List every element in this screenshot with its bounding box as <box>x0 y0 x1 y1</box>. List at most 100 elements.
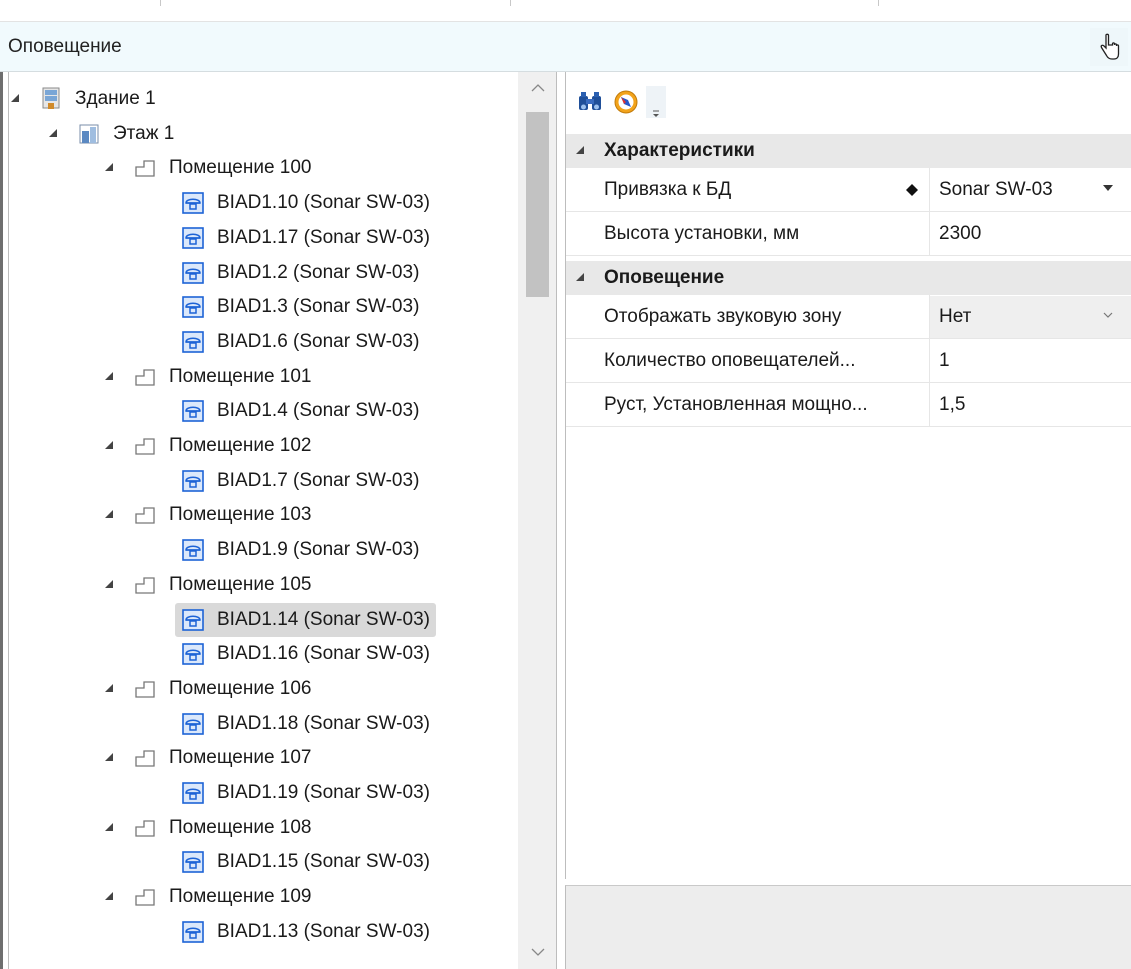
expand-arrow-icon[interactable] <box>103 682 117 696</box>
divider <box>929 212 930 256</box>
tree-item-label: Помещение 101 <box>169 365 312 387</box>
scroll-up-icon[interactable] <box>528 78 548 98</box>
tree-item-label: Этаж 1 <box>113 122 175 144</box>
tree-item-label: Помещение 102 <box>169 435 312 456</box>
tree-item-device[interactable]: BIAD1.18 (Sonar SW-03) <box>181 707 430 741</box>
expand-arrow-icon[interactable] <box>103 508 117 522</box>
window-frame <box>0 72 3 969</box>
tree-item-label: Помещение 106 <box>169 677 312 699</box>
room-icon <box>133 885 157 909</box>
tree-item-room[interactable]: Помещение 103 <box>103 498 312 532</box>
tree-item-device[interactable]: BIAD1.4 (Sonar SW-03) <box>181 394 419 428</box>
window-top-strip <box>0 0 1131 22</box>
tree-item-floor[interactable]: Этаж 1 <box>47 117 174 151</box>
tree-item-room[interactable]: Помещение 101 <box>103 360 312 394</box>
expand-arrow-icon[interactable] <box>47 127 61 141</box>
tree-item-room[interactable]: Помещение 106 <box>103 672 312 706</box>
property-name: Высота установки, мм <box>604 223 800 244</box>
building-icon <box>39 87 63 111</box>
property-row-db-binding[interactable]: Привязка к БД Sonar SW-03 <box>566 168 1131 212</box>
db-link-icon[interactable] <box>903 181 921 199</box>
tree-item-device[interactable]: BIAD1.15 (Sonar SW-03) <box>181 845 430 879</box>
room-icon <box>133 434 157 458</box>
tree-item-device[interactable]: BIAD1.6 (Sonar SW-03) <box>181 325 419 359</box>
speaker-device-icon <box>181 330 205 354</box>
tree-item-device[interactable]: BIAD1.3 (Sonar SW-03) <box>181 290 419 324</box>
speaker-device-icon <box>181 642 205 666</box>
tree-item-device[interactable]: BIAD1.17 (Sonar SW-03) <box>181 221 430 255</box>
tree-item-label: Помещение 103 <box>169 504 312 526</box>
speaker-device-icon <box>181 469 205 493</box>
compass-icon[interactable] <box>610 86 642 118</box>
property-value[interactable]: 1,5 <box>939 383 1131 427</box>
expand-arrow-icon[interactable] <box>9 92 23 106</box>
category-label: Оповещение <box>604 267 725 288</box>
description-panel <box>565 885 1131 969</box>
divider <box>160 0 161 6</box>
property-row-notifier-count[interactable]: Количество оповещателей... 1 <box>566 339 1131 383</box>
speaker-device-icon <box>181 226 205 250</box>
collapse-arrow-icon[interactable] <box>574 144 588 158</box>
speaker-device-icon <box>181 399 205 423</box>
project-tree[interactable]: Здание 1 Этаж 1 Помещение 100 BIAD1.10 (Son… <box>8 72 557 969</box>
collapse-arrow-icon[interactable] <box>574 271 588 285</box>
expand-arrow-icon[interactable] <box>103 821 117 835</box>
tree-vertical-scrollbar[interactable] <box>518 72 556 969</box>
property-name: Количество оповещателей... <box>604 350 856 371</box>
property-name: Руст, Установленная мощно... <box>604 394 868 415</box>
binoculars-icon[interactable] <box>574 86 606 118</box>
scrollbar-thumb[interactable] <box>526 112 549 297</box>
property-value[interactable]: 1 <box>939 339 1131 383</box>
tree-item-device[interactable]: BIAD1.2 (Sonar SW-03) <box>181 256 419 290</box>
expand-arrow-icon[interactable] <box>103 751 117 765</box>
divider <box>929 339 930 383</box>
tree-item-device[interactable]: BIAD1.13 (Sonar SW-03) <box>181 915 430 949</box>
divider <box>929 168 930 212</box>
tree-item-building[interactable]: Здание 1 <box>9 82 156 116</box>
expand-arrow-icon[interactable] <box>103 439 117 453</box>
property-value[interactable]: 2300 <box>939 212 1131 256</box>
property-toolbar <box>574 78 666 126</box>
more-icon[interactable] <box>646 86 666 118</box>
expand-arrow-icon[interactable] <box>103 370 117 384</box>
scroll-down-icon[interactable] <box>528 942 548 962</box>
tree-item-device[interactable]: BIAD1.10 (Sonar SW-03) <box>181 186 430 220</box>
expand-arrow-icon[interactable] <box>103 890 117 904</box>
property-row-install-height[interactable]: Высота установки, мм 2300 <box>566 212 1131 256</box>
property-row-sound-zone[interactable]: Отображать звуковую зону Нет <box>566 295 1131 339</box>
room-icon <box>133 503 157 527</box>
category-label: Характеристики <box>604 140 755 161</box>
tree-item-label: Помещение 107 <box>169 747 312 769</box>
speaker-device-icon <box>181 920 205 944</box>
tree-item-room[interactable]: Помещение 100 <box>103 151 312 185</box>
chevron-down-icon[interactable] <box>1098 305 1118 325</box>
tree-item-device[interactable]: BIAD1.16 (Sonar SW-03) <box>181 637 430 671</box>
tree-item-room[interactable]: Помещение 105 <box>103 568 312 602</box>
expand-arrow-icon[interactable] <box>103 161 117 175</box>
tree-item-device[interactable]: BIAD1.9 (Sonar SW-03) <box>181 533 419 567</box>
tree-item-device[interactable]: BIAD1.19 (Sonar SW-03) <box>181 776 430 810</box>
tree-item-room[interactable]: Помещение 107 <box>103 741 312 775</box>
panel-title: Оповещение <box>8 36 122 57</box>
hand-pointer-icon[interactable] <box>1090 28 1128 66</box>
speaker-device-icon <box>181 295 205 319</box>
property-name: Отображать звуковую зону <box>604 306 842 327</box>
tree-item-room[interactable]: Помещение 109 <box>103 880 312 914</box>
tree-item-room[interactable]: Помещение 102 <box>103 429 312 463</box>
tree-item-label: BIAD1.19 (Sonar SW-03) <box>217 782 430 803</box>
tree-item-label: BIAD1.14 (Sonar SW-03) <box>217 608 430 630</box>
expand-arrow-icon[interactable] <box>103 578 117 592</box>
property-row-installed-power[interactable]: Руст, Установленная мощно... 1,5 <box>566 383 1131 427</box>
tree-item-room[interactable]: Помещение 108 <box>103 811 312 845</box>
tree-item-label: BIAD1.3 (Sonar SW-03) <box>217 296 420 318</box>
room-icon <box>133 816 157 840</box>
tree-item-device[interactable]: BIAD1.7 (Sonar SW-03) <box>181 464 419 498</box>
tree-item-label: BIAD1.2 (Sonar SW-03) <box>217 261 420 283</box>
tree-item-device[interactable]: BIAD1.14 (Sonar SW-03) <box>175 602 436 637</box>
property-name: Привязка к БД <box>604 179 732 200</box>
room-icon <box>133 573 157 597</box>
category-characteristics[interactable]: Характеристики <box>566 134 1131 168</box>
dropdown-arrow-icon[interactable] <box>1098 178 1118 198</box>
room-icon <box>133 156 157 180</box>
category-notification[interactable]: Оповещение <box>566 261 1131 295</box>
